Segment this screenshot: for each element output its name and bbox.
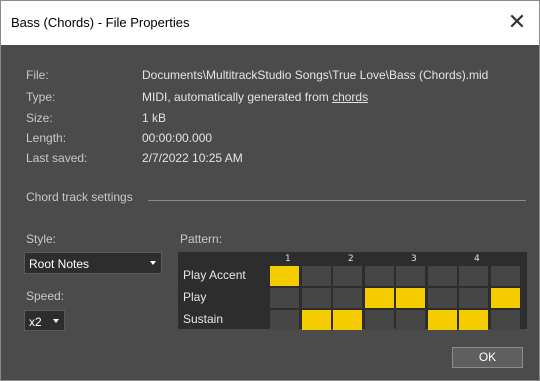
type-prefix: MIDI, automatically generated from	[142, 90, 333, 104]
length-value: 00:00:00.000	[142, 131, 213, 145]
pattern-cell[interactable]	[396, 266, 425, 286]
chevron-down-icon	[53, 319, 59, 323]
title-bar: Bass (Chords) - File Properties ✕	[1, 1, 539, 45]
pattern-cell[interactable]	[302, 288, 331, 308]
pattern-cell[interactable]	[270, 310, 299, 330]
type-label: Type:	[26, 90, 56, 104]
window-title: Bass (Chords) - File Properties	[11, 15, 190, 30]
style-dropdown[interactable]: Root Notes	[24, 252, 162, 274]
pattern-cell[interactable]	[333, 266, 362, 286]
pattern-cell[interactable]	[491, 310, 520, 330]
style-value: Root Notes	[29, 257, 90, 271]
type-value: MIDI, automatically generated from chord…	[142, 90, 368, 104]
pattern-cell[interactable]	[428, 310, 457, 330]
beat-label: 2	[348, 254, 354, 264]
ok-button[interactable]: OK	[452, 347, 523, 368]
pattern-label: Pattern:	[180, 232, 223, 246]
pattern-cell[interactable]	[428, 288, 457, 308]
row-label-play-accent: Play Accent	[183, 268, 246, 282]
beat-label: 3	[411, 254, 417, 264]
row-label-play: Play	[183, 290, 207, 304]
pattern-cell[interactable]	[302, 266, 331, 286]
pattern-cell[interactable]	[270, 288, 299, 308]
last-saved-value: 2/7/2022 10:25 AM	[142, 151, 243, 165]
pattern-cell[interactable]	[459, 266, 488, 286]
size-value: 1 kB	[142, 111, 167, 125]
pattern-cell[interactable]	[491, 288, 520, 308]
pattern-cell[interactable]	[396, 288, 425, 308]
chords-link[interactable]: chords	[332, 90, 368, 104]
dialog-content: File: Documents\MultitrackStudio Songs\T…	[1, 45, 539, 380]
pattern-cell[interactable]	[270, 266, 299, 286]
pattern-grid: 1 2 3 4 Play Accent Play Sustain	[178, 252, 527, 330]
pattern-cell[interactable]	[428, 266, 457, 286]
beat-label: 1	[285, 254, 291, 264]
file-value: Documents\MultitrackStudio Songs\True Lo…	[142, 68, 489, 82]
close-icon[interactable]: ✕	[495, 1, 539, 45]
pattern-cell[interactable]	[459, 310, 488, 330]
pattern-cell[interactable]	[365, 310, 394, 330]
row-label-sustain: Sustain	[183, 312, 224, 326]
size-label: Size:	[26, 111, 53, 125]
file-properties-dialog: Bass (Chords) - File Properties ✕ File: …	[0, 0, 540, 381]
pattern-cell[interactable]	[459, 288, 488, 308]
chord-settings-heading: Chord track settings	[26, 190, 133, 204]
section-divider	[148, 200, 526, 201]
style-label: Style:	[26, 232, 57, 246]
pattern-cell[interactable]	[396, 310, 425, 330]
pattern-cell[interactable]	[333, 310, 362, 330]
pattern-cell[interactable]	[491, 266, 520, 286]
beat-label: 4	[474, 254, 480, 264]
speed-dropdown[interactable]: x2	[24, 310, 65, 331]
length-label: Length:	[26, 131, 67, 145]
pattern-cell[interactable]	[365, 288, 394, 308]
last-saved-label: Last saved:	[26, 151, 88, 165]
speed-value: x2	[29, 315, 42, 329]
speed-label: Speed:	[26, 289, 65, 303]
pattern-cell[interactable]	[333, 288, 362, 308]
file-label: File:	[26, 68, 49, 82]
chevron-down-icon	[150, 261, 156, 265]
pattern-cell[interactable]	[302, 310, 331, 330]
pattern-cell[interactable]	[365, 266, 394, 286]
